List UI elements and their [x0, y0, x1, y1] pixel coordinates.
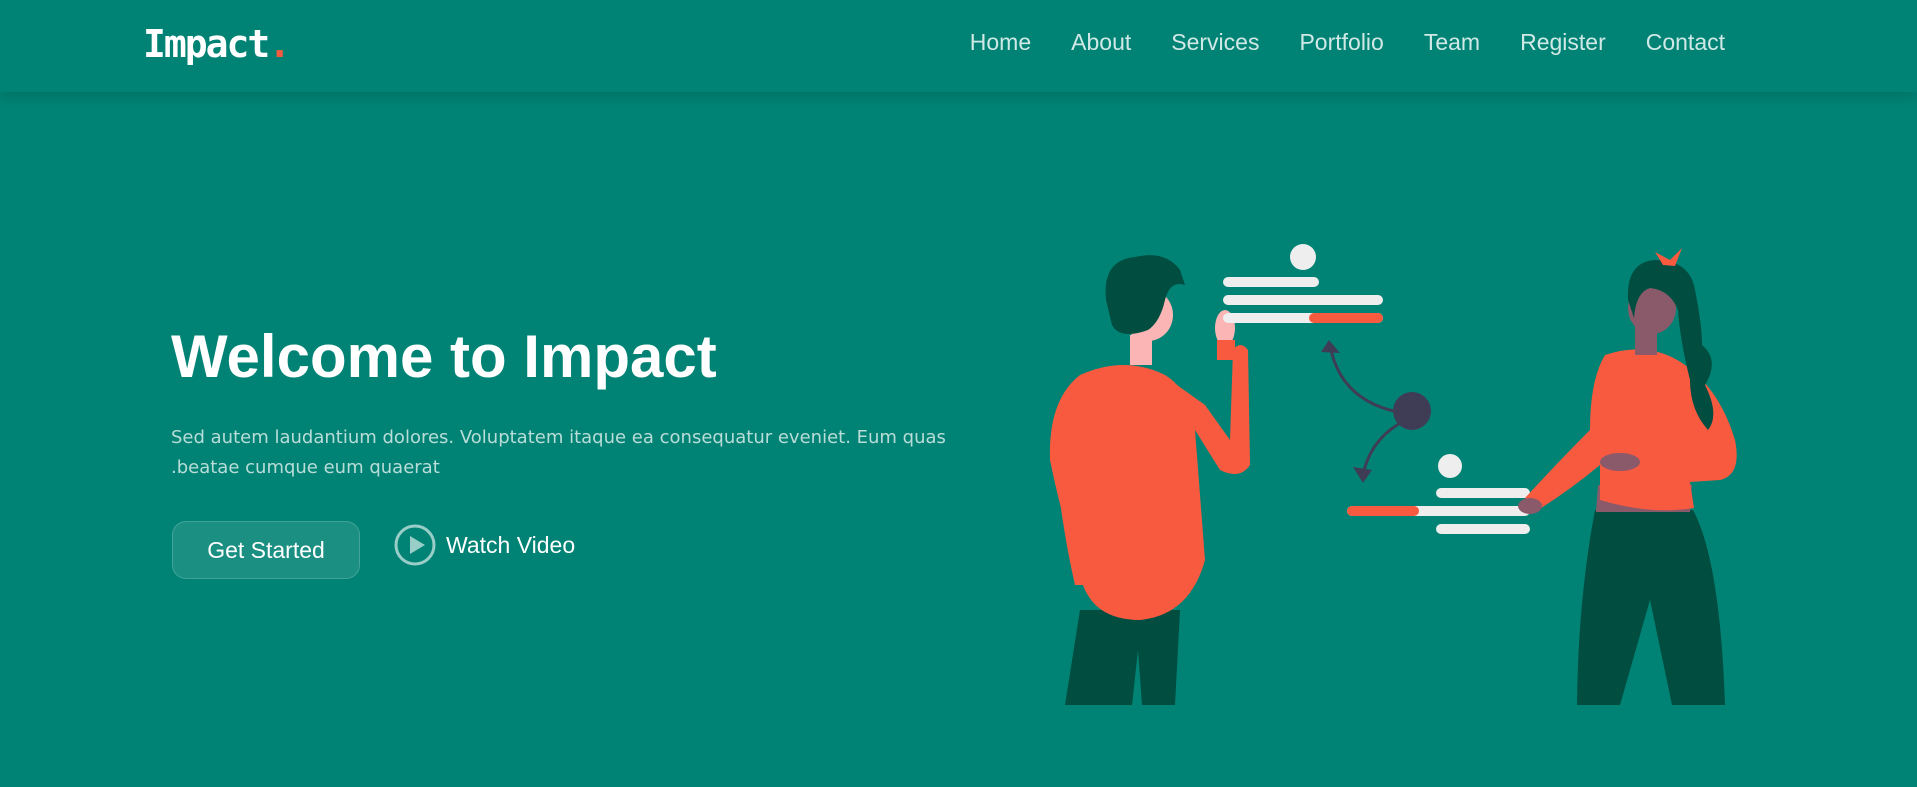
woman-figure	[1518, 248, 1737, 705]
logo[interactable]: Impact.	[143, 22, 291, 66]
nav-link-team[interactable]: Team	[1404, 26, 1500, 58]
watch-video-label: Watch Video	[446, 531, 576, 558]
top-data-card	[1223, 244, 1383, 323]
nav-link-contact[interactable]: Contact	[1626, 26, 1745, 58]
get-started-button[interactable]: Get Started	[172, 521, 360, 579]
bottom-data-card	[1347, 454, 1530, 534]
logo-dot: .	[268, 22, 291, 66]
site-header: Impact. Home About Services Portfolio Te…	[0, 0, 1917, 92]
nav-link-portfolio[interactable]: Portfolio	[1279, 26, 1403, 58]
main-nav: Home About Services Portfolio Team Regis…	[950, 26, 1745, 58]
logo-text: Impact	[143, 22, 270, 66]
watch-video-button[interactable]: Watch Video	[394, 524, 575, 566]
hero-description: Sed autem laudantium dolores. Voluptatem…	[171, 427, 946, 478]
nav-link-about[interactable]: About	[1051, 26, 1151, 58]
play-circle-icon	[394, 524, 436, 566]
nav-link-services[interactable]: Services	[1151, 26, 1279, 58]
get-started-label: Get Started	[207, 536, 325, 563]
nav-link-home[interactable]: Home	[950, 26, 1051, 58]
man-figure	[1049, 255, 1250, 705]
nav-link-register[interactable]: Register	[1500, 26, 1626, 58]
hero-title: Welcome to Impact	[171, 323, 717, 390]
people-collaborating-illustration	[1049, 244, 1737, 705]
connector-arrows	[1321, 340, 1431, 483]
